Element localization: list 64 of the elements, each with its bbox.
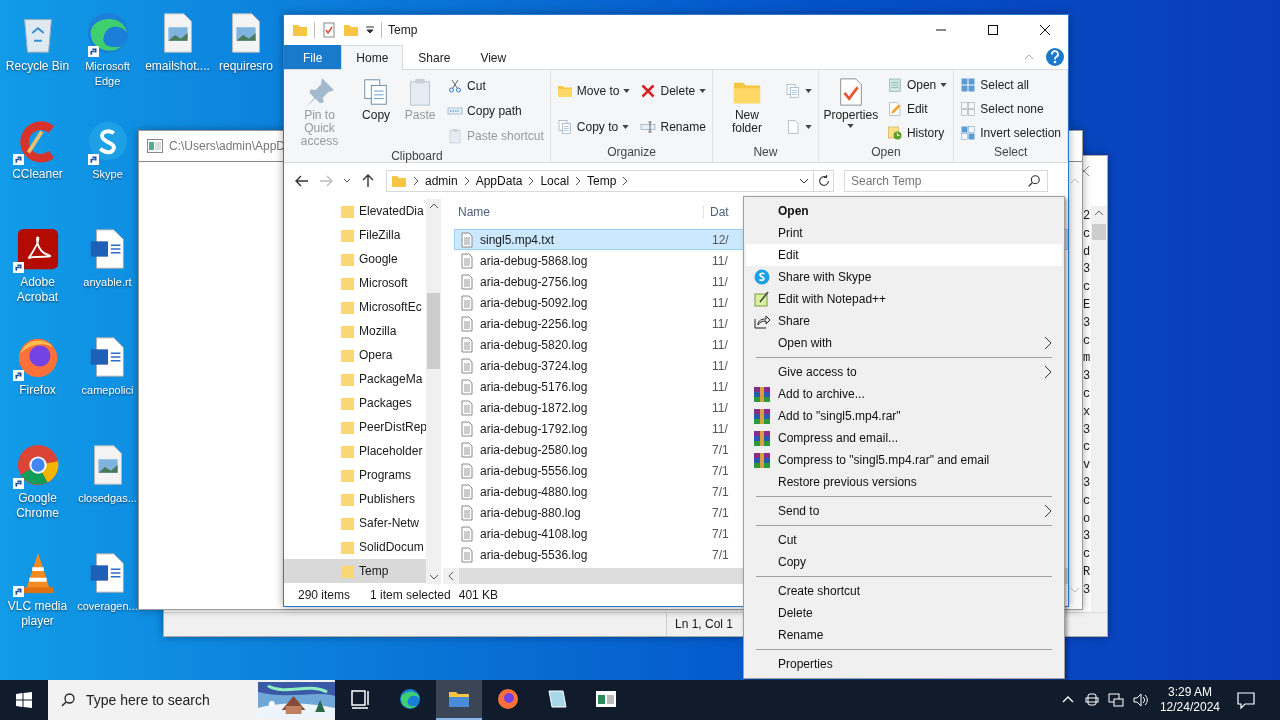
file-name: singl5.mp4.txt	[480, 232, 556, 247]
file-date: 11/	[712, 379, 728, 394]
file-date: 7/1	[712, 484, 729, 499]
selection-size: 401 KB	[458, 588, 499, 602]
file-date: 7/1	[712, 505, 729, 520]
group-label: Select	[992, 145, 1029, 161]
file-name: aria-debug-4108.log	[480, 526, 589, 541]
group-label: Open	[870, 145, 902, 161]
text-fragment: c	[1083, 225, 1091, 243]
group-label: Clipboard	[390, 149, 444, 164]
text-fragment: c	[1083, 439, 1091, 457]
file-date: 11/	[712, 253, 728, 268]
text-fragment: d	[1083, 243, 1091, 261]
file-name: aria-debug-5176.log	[480, 379, 589, 394]
text-fragment: x	[1083, 403, 1091, 421]
text-fragment: E	[1083, 297, 1091, 314]
file-name: aria-debug-3724.log	[480, 358, 589, 373]
file-name: aria-debug-5536.log	[480, 547, 589, 562]
file-name: aria-debug-5868.log	[480, 253, 589, 268]
text-fragment: 3	[1083, 261, 1091, 279]
file-name: aria-debug-5092.log	[480, 295, 589, 310]
text-fragment: c	[1083, 332, 1091, 350]
file-name: aria-debug-1792.log	[480, 421, 589, 436]
selection-info: 1 item selected	[370, 588, 451, 602]
file-name: aria-debug-1872.log	[480, 400, 589, 415]
file-date: 7/1	[712, 526, 729, 541]
text-fragment: 3	[1083, 581, 1091, 599]
text-fragment: R	[1083, 563, 1091, 581]
item-count: 290 items	[298, 588, 352, 602]
file-date: 11/	[712, 337, 728, 352]
file-date: 11/	[712, 400, 728, 415]
group-label: Organize	[606, 145, 657, 161]
file-date: 11/	[712, 421, 728, 436]
file-name: aria-debug-4880.log	[480, 484, 589, 499]
file-name: aria-debug-2256.log	[480, 316, 589, 331]
file-date: 12/	[712, 232, 729, 247]
file-name: aria-debug-2580.log	[480, 442, 589, 457]
text-fragment: v	[1083, 457, 1091, 475]
file-name: aria-debug-5820.log	[480, 337, 589, 352]
file-date: 7/1	[712, 463, 729, 478]
file-name: aria-debug-2756.log	[480, 274, 589, 289]
file-name: aria-debug-880.log	[480, 505, 582, 520]
text-fragment: 3	[1083, 314, 1091, 332]
text-fragment: 3	[1083, 368, 1091, 386]
window-title: C:\Users\admin\AppD	[169, 139, 286, 153]
group-label: New	[752, 145, 779, 161]
text-fragment: 3	[1083, 474, 1091, 492]
text-fragment: c	[1083, 385, 1091, 403]
text-fragment: o	[1083, 510, 1091, 528]
window-title: Temp	[388, 23, 418, 37]
file-date: 11/	[712, 358, 728, 373]
file-date: 7/1	[712, 547, 729, 562]
file-date: 11/	[712, 295, 728, 310]
text-fragment: c	[1083, 546, 1091, 564]
file-date: 7/1	[712, 442, 729, 457]
text-fragment: 3	[1083, 421, 1091, 439]
text-fragment: c	[1083, 492, 1091, 510]
file-date: 11/	[712, 316, 728, 331]
text-fragment: 3	[1083, 528, 1091, 546]
text-fragment: m	[1083, 350, 1091, 368]
text-fragment: c	[1083, 279, 1091, 297]
file-name: aria-debug-5556.log	[480, 463, 589, 478]
file-date: 11/	[712, 274, 728, 289]
text-fragment: 2	[1083, 208, 1091, 225]
